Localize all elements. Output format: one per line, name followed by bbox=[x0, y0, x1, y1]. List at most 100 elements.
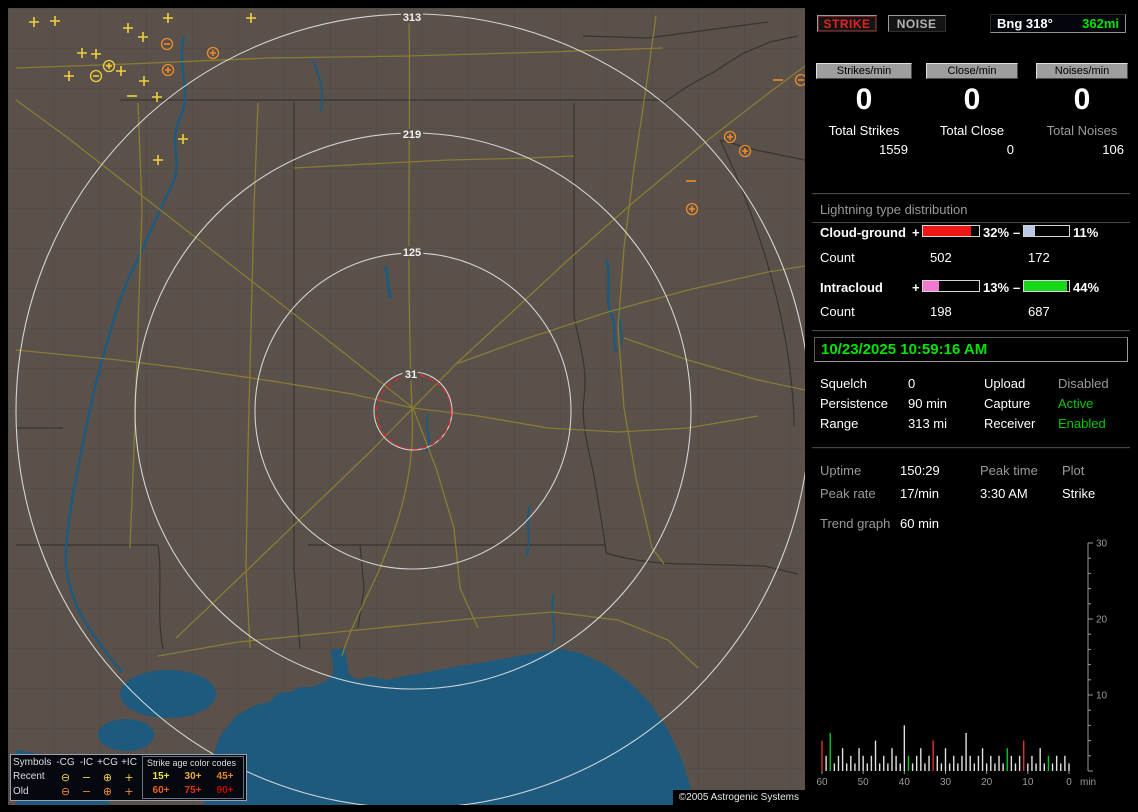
trend-graph-row: Trend graph 60 min bbox=[812, 516, 1130, 531]
persistence-label: Persistence bbox=[820, 396, 888, 411]
ring-label-125: 125 bbox=[403, 247, 421, 259]
noise-mode-button[interactable]: NOISE bbox=[887, 15, 946, 32]
range-value: 313 mi bbox=[908, 416, 948, 431]
datetime-display: 10/23/2025 10:59:16 AM bbox=[814, 337, 1128, 362]
distribution-title: Lightning type distribution bbox=[812, 202, 1130, 223]
minus-sign: – bbox=[1013, 225, 1021, 240]
neg-ic-recent-icon: − bbox=[81, 770, 92, 784]
peak-rate-label: Peak rate bbox=[820, 486, 876, 501]
range-label: Range bbox=[820, 416, 859, 431]
radar-map[interactable]: 313 219 125 31 bbox=[8, 8, 805, 805]
age-code: 75+ bbox=[184, 785, 202, 796]
status-row-range-receiver: Range 313 mi Receiver Enabled bbox=[812, 416, 1130, 431]
map-panel: 313 219 125 31 Symbols -CG -IC +CG +IC R… bbox=[8, 8, 805, 805]
trend-graph-label: Trend graph bbox=[820, 516, 891, 531]
pos-cg-old-icon: ⊕ bbox=[102, 785, 113, 799]
ring-label-31: 31 bbox=[405, 369, 417, 381]
ic-plus-bar bbox=[922, 280, 980, 292]
strike-mode-button[interactable]: STRIKE bbox=[817, 15, 877, 32]
bearing-distance: 362mi bbox=[1082, 16, 1119, 31]
pos-ic-recent-icon: + bbox=[124, 770, 134, 784]
intracloud-label: Intracloud bbox=[820, 280, 883, 295]
cg-minus-count: 172 bbox=[1028, 250, 1050, 265]
pos-ic-old-icon: + bbox=[124, 785, 134, 799]
cloud-ground-count-row: Count 502 172 bbox=[812, 250, 1130, 266]
peak-rate-value: 17/min bbox=[900, 486, 940, 501]
stats-header-row: Uptime 150:29 Peak time Plot bbox=[812, 463, 1130, 478]
age-code: 15+ bbox=[152, 771, 170, 782]
ic-minus-count: 687 bbox=[1028, 304, 1050, 319]
stats-value-row: Peak rate 17/min 3:30 AM Strike bbox=[812, 486, 1130, 501]
upload-value: Disabled bbox=[1058, 376, 1109, 391]
neg-cg-recent-icon: ⊖ bbox=[60, 770, 71, 784]
age-codes-old-row: 60+ 75+ 90+ bbox=[145, 784, 241, 798]
svg-text:30: 30 bbox=[940, 777, 952, 788]
legend-col-pos-cg: +CG bbox=[97, 757, 118, 769]
squelch-value: 0 bbox=[908, 376, 916, 391]
cloud-ground-row: Cloud-ground + 32% – 11% bbox=[812, 225, 1130, 241]
legend-symbols-grid: Symbols -CG -IC +CG +IC Recent ⊖ − ⊕ + O… bbox=[13, 756, 140, 799]
capture-value: Active bbox=[1058, 396, 1094, 411]
divider bbox=[812, 330, 1130, 332]
noises-per-min-value: 0 bbox=[1073, 83, 1091, 116]
peak-time-value: 3:30 AM bbox=[980, 486, 1028, 501]
capture-label: Capture bbox=[984, 396, 1031, 411]
status-row-squelch-upload: Squelch 0 Upload Disabled bbox=[812, 376, 1130, 391]
neg-cg-old-icon: ⊖ bbox=[60, 785, 71, 799]
ic-plus-count: 198 bbox=[930, 304, 952, 319]
copyright-text: ©2005 Astrogenic Systems bbox=[672, 790, 805, 805]
divider bbox=[812, 193, 1130, 195]
age-code: 30+ bbox=[184, 771, 202, 782]
svg-text:0: 0 bbox=[1066, 777, 1072, 788]
cg-plus-count: 502 bbox=[930, 250, 952, 265]
total-strikes-value: 1559 bbox=[879, 142, 908, 157]
svg-text:60: 60 bbox=[816, 777, 828, 788]
total-close-label: Total Close bbox=[939, 123, 1005, 138]
ring-label-313: 313 bbox=[403, 12, 421, 24]
intracloud-count-row: Count 198 687 bbox=[812, 304, 1130, 320]
cg-plus-pct: 32% bbox=[983, 225, 1010, 240]
age-code: 90+ bbox=[216, 785, 234, 796]
datetime-text: 10/23/2025 10:59:16 AM bbox=[821, 341, 988, 358]
svg-text:10: 10 bbox=[1022, 777, 1034, 788]
uptime-label: Uptime bbox=[820, 463, 862, 478]
map-legend: Symbols -CG -IC +CG +IC Recent ⊖ − ⊕ + O… bbox=[10, 754, 247, 801]
cg-minus-pct: 11% bbox=[1073, 225, 1099, 240]
ic-minus-bar bbox=[1023, 280, 1070, 292]
close-per-min-label: Close/min bbox=[926, 63, 1018, 79]
persistence-value: 90 min bbox=[908, 396, 948, 411]
ic-plus-pct: 13% bbox=[983, 280, 1010, 295]
total-noises-label: Total Noises bbox=[1046, 123, 1118, 138]
bearing-label: Bng 318° bbox=[997, 16, 1053, 31]
divider bbox=[812, 447, 1130, 449]
svg-text:30: 30 bbox=[1096, 539, 1108, 550]
legend-col-neg-ic: -IC bbox=[79, 757, 94, 769]
svg-text:50: 50 bbox=[858, 777, 870, 788]
legend-symbols-header: Symbols bbox=[13, 757, 52, 769]
noises-per-min-label: Noises/min bbox=[1036, 63, 1128, 79]
neg-ic-old-icon: − bbox=[81, 785, 92, 799]
ic-minus-pct: 44% bbox=[1073, 280, 1100, 295]
count-label: Count bbox=[820, 304, 855, 319]
cg-minus-bar bbox=[1023, 225, 1070, 237]
legend-col-pos-ic: +IC bbox=[121, 757, 137, 769]
plus-sign: + bbox=[912, 225, 920, 240]
legend-recent-label: Recent bbox=[13, 771, 45, 783]
squelch-label: Squelch bbox=[820, 376, 867, 391]
uptime-value: 150:29 bbox=[900, 463, 940, 478]
control-sidebar: STRIKE NOISE Bng 318° 362mi Strikes/min … bbox=[812, 8, 1130, 804]
total-noises-value: 106 bbox=[1102, 142, 1124, 157]
close-per-min-value: 0 bbox=[963, 83, 981, 116]
age-codes-recent-row: 15+ 30+ 45+ bbox=[145, 770, 241, 784]
legend-col-neg-cg: -CG bbox=[56, 757, 75, 769]
svg-text:20: 20 bbox=[1096, 615, 1108, 626]
intracloud-row: Intracloud + 13% – 44% bbox=[812, 280, 1130, 296]
plot-value: Strike bbox=[1062, 486, 1096, 501]
age-code: 45+ bbox=[216, 771, 234, 782]
minus-sign: – bbox=[1013, 280, 1021, 295]
plus-sign: + bbox=[912, 280, 920, 295]
svg-text:10: 10 bbox=[1096, 691, 1108, 702]
cg-plus-bar bbox=[922, 225, 980, 237]
trend-graph-window: 60 min bbox=[900, 516, 940, 531]
strikes-per-min-label: Strikes/min bbox=[816, 63, 912, 79]
